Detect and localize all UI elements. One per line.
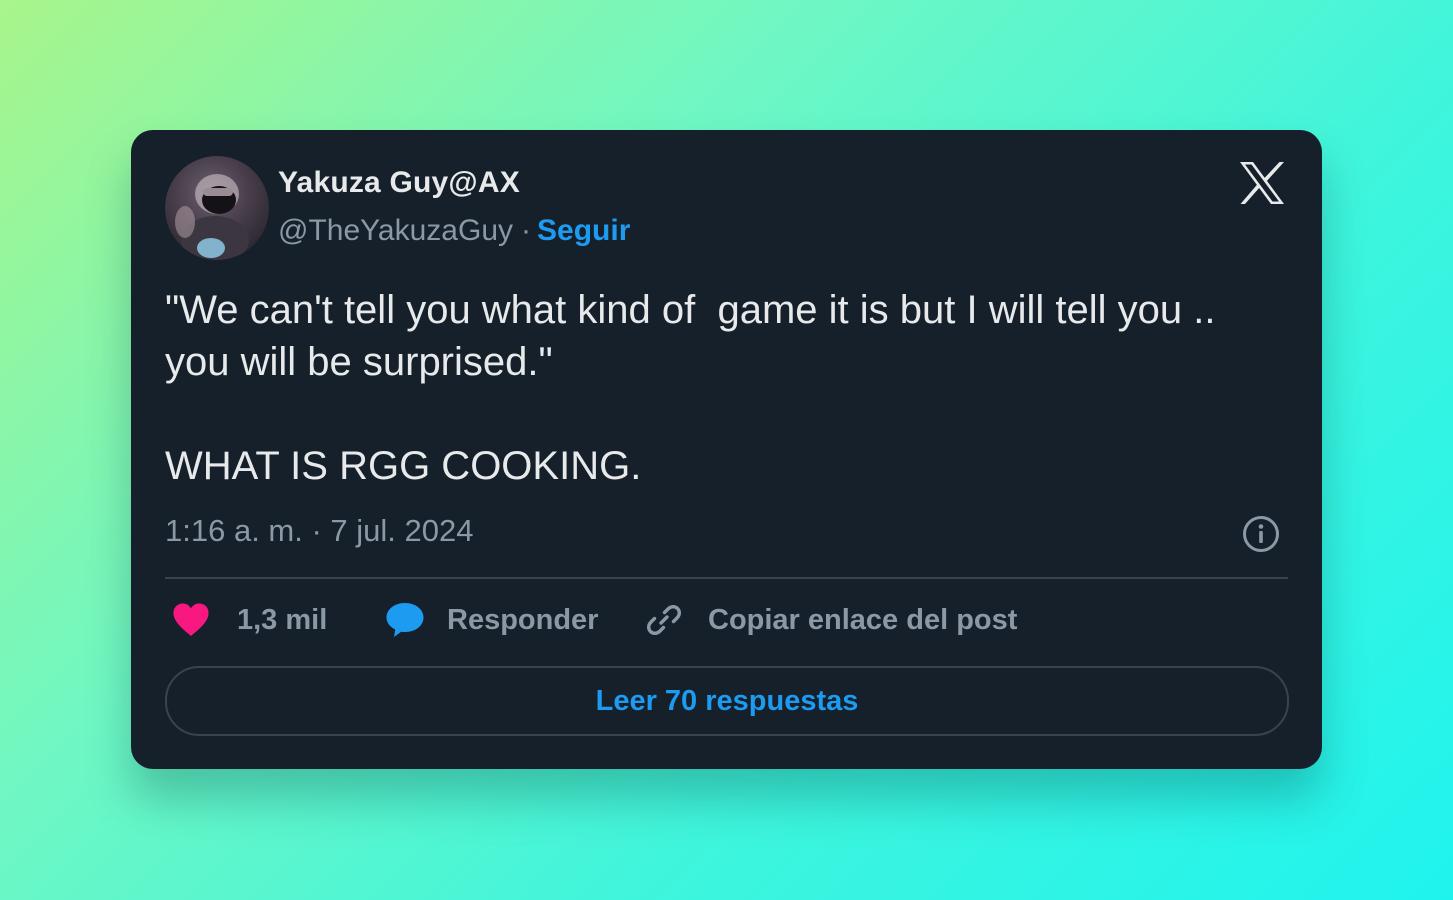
reply-button[interactable]: Responder <box>385 600 598 640</box>
author-display-name[interactable]: Yakuza Guy@AX <box>278 166 520 200</box>
copy-link-label: Copiar enlace del post <box>708 603 1018 636</box>
avatar[interactable] <box>165 156 269 260</box>
info-icon[interactable] <box>1241 514 1281 554</box>
embedded-post-card: Yakuza Guy@AX @TheYakuzaGuy · Seguir "We c… <box>131 130 1322 769</box>
separator-dot: · <box>521 214 532 247</box>
avatar-image <box>175 174 249 260</box>
like-button[interactable]: 1,3 mil <box>171 600 327 640</box>
post-timestamp[interactable]: 1:16 a. m. · 7 jul. 2024 <box>165 513 473 549</box>
like-count: 1,3 mil <box>237 603 328 636</box>
read-replies-button[interactable]: Leer 70 respuestas <box>165 666 1289 736</box>
link-icon <box>646 604 682 636</box>
reply-label: Responder <box>447 603 599 636</box>
copy-link-button[interactable]: Copiar enlace del post <box>644 600 1017 640</box>
heart-icon <box>173 603 209 636</box>
author-handle[interactable]: @TheYakuzaGuy <box>278 214 513 247</box>
x-logo-icon[interactable] <box>1237 158 1287 208</box>
author-handle-row: @TheYakuzaGuy · Seguir <box>278 214 630 248</box>
post-text: "We can't tell you what kind of game it … <box>165 288 1216 488</box>
speech-bubble-icon <box>386 603 424 637</box>
divider <box>165 577 1288 579</box>
read-replies-label: Leer 70 respuestas <box>595 684 859 717</box>
follow-button[interactable]: Seguir <box>537 214 630 247</box>
